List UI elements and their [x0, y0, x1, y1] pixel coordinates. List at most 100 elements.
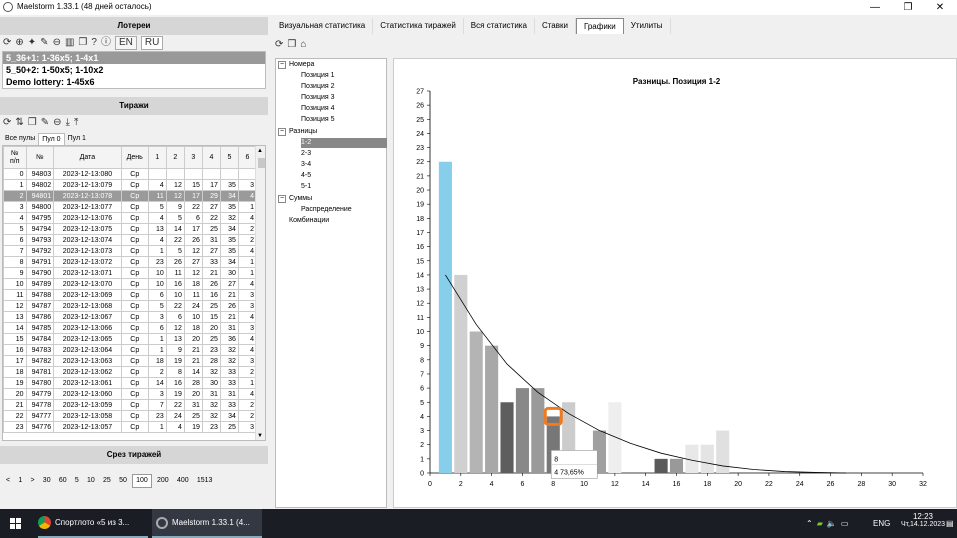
- pool-tab-0[interactable]: Пул 0: [38, 133, 65, 145]
- tree-node-numbers[interactable]: Номера: [289, 60, 314, 70]
- table-row[interactable]: 21 94778 2023-12-13:059 Ср 7 22 31 32 33 2: [3, 399, 258, 411]
- tab-utilities[interactable]: Утилиты: [624, 18, 671, 34]
- tree-node-position[interactable]: Позиция 5: [301, 115, 335, 125]
- table-row[interactable]: 11 94788 2023-12-13:069 Ср 6 10 11 16 21 3: [3, 289, 258, 301]
- pager-item[interactable]: 1: [15, 475, 25, 487]
- refresh-icon[interactable]: ⟳: [275, 39, 283, 51]
- col-header[interactable]: 1: [147, 146, 167, 169]
- remove-icon[interactable]: ⊖: [53, 37, 61, 49]
- lottery-item[interactable]: Demo lottery: 1-45x6: [3, 76, 265, 88]
- scroll-up-icon[interactable]: ▲: [257, 148, 263, 154]
- col-header[interactable]: 5: [219, 146, 239, 169]
- lottery-item[interactable]: 5_50+2: 1-50x5; 1-10x2: [3, 64, 265, 76]
- table-row[interactable]: 6 94793 2023-12-13:074 Ср 4 22 26 31 35 2: [3, 234, 258, 246]
- lang-en-button[interactable]: EN: [114, 36, 137, 50]
- table-row[interactable]: 22 94777 2023-12-13:058 Ср 23 24 25 32 34 2: [3, 410, 258, 422]
- volume-icon[interactable]: 🔈: [827, 519, 837, 528]
- table-row[interactable]: 9 94790 2023-12-13:071 Ср 10 11 12 21 30 1: [3, 267, 258, 279]
- tree-node-diffs[interactable]: Разницы: [289, 127, 317, 137]
- col-header[interactable]: №: [25, 146, 55, 169]
- table-row[interactable]: 1 94802 2023-12-13:079 Ср 4 12 15 17 35 3: [3, 179, 258, 191]
- edit-icon[interactable]: ✎: [40, 37, 48, 49]
- col-header[interactable]: Дата: [53, 146, 122, 169]
- tab-visual-stats[interactable]: Визуальная статистика: [272, 18, 374, 34]
- wand-icon[interactable]: ✦: [28, 37, 36, 49]
- copy-icon[interactable]: ❐: [287, 39, 296, 51]
- tab-draw-stats[interactable]: Статистика тиражей: [373, 18, 464, 34]
- table-row[interactable]: 5 94794 2023-12-13:075 Ср 13 14 17 25 34 2: [3, 223, 258, 235]
- pager-item[interactable]: 200: [154, 475, 172, 487]
- table-row[interactable]: 10 94789 2023-12-13:070 Ср 10 16 18 26 27 4: [3, 278, 258, 290]
- table-row[interactable]: 0 94803 2023-12-13:080 Ср: [3, 168, 258, 180]
- scroll-thumb[interactable]: [258, 158, 265, 168]
- tree-node-position[interactable]: Позиция 2: [301, 82, 335, 92]
- info-icon[interactable]: ⓘ: [101, 37, 111, 49]
- pager-item[interactable]: <: [3, 475, 13, 487]
- table-row[interactable]: 4 94795 2023-12-13:076 Ср 4 5 6 22 32 4: [3, 212, 258, 224]
- tree-node-sums[interactable]: Суммы: [289, 194, 312, 204]
- tab-all-stats[interactable]: Вся статистика: [464, 18, 535, 34]
- col-header[interactable]: 3: [183, 146, 203, 169]
- table-row[interactable]: 20 94779 2023-12-13:060 Ср 3 19 20 31 31 4: [3, 388, 258, 400]
- table-row[interactable]: 8 94791 2023-12-13:072 Ср 23 26 27 33 34 1: [3, 256, 258, 268]
- add-icon[interactable]: ⊕: [15, 37, 23, 49]
- tree-node-distribution[interactable]: Распределение: [301, 205, 352, 215]
- col-header[interactable]: 4: [201, 146, 221, 169]
- table-row[interactable]: 7 94792 2023-12-13:073 Ср 1 5 12 27 35 4: [3, 245, 258, 257]
- tree-node-diff[interactable]: 4-5: [301, 171, 311, 181]
- maximize-button[interactable]: ❐: [893, 0, 923, 15]
- copy-icon[interactable]: ❐: [28, 117, 37, 129]
- scroll-down-icon[interactable]: ▼: [257, 433, 263, 439]
- taskbar-maelstorm[interactable]: Maelstorm 1.33.1 (4...: [152, 509, 262, 538]
- pool-tab-all[interactable]: Все пулы: [2, 133, 38, 145]
- minimize-button[interactable]: —: [860, 0, 890, 15]
- remove-icon[interactable]: ⊖: [53, 117, 61, 129]
- tree-node-diff[interactable]: 5-1: [301, 182, 311, 192]
- tray-lang[interactable]: ENG: [873, 509, 890, 538]
- table-row[interactable]: 18 94781 2023-12-13:062 Ср 2 8 14 32 33 2: [3, 366, 258, 378]
- tree-node-combinations[interactable]: Комбинации: [289, 216, 329, 226]
- tree-node-diff[interactable]: 1-2: [301, 138, 387, 148]
- tree-node-position[interactable]: Позиция 4: [301, 104, 335, 114]
- tray-clock[interactable]: 12:23 Чт,14.12.2023: [900, 512, 946, 528]
- columns-icon[interactable]: ▥: [65, 37, 74, 49]
- tree-node-diff[interactable]: 2-3: [301, 149, 311, 159]
- tree-node-position[interactable]: Позиция 3: [301, 93, 335, 103]
- table-row[interactable]: 23 94776 2023-12-13:057 Ср 1 4 19 23 25 3: [3, 421, 258, 433]
- collapse-icon[interactable]: −: [278, 128, 286, 136]
- table-row[interactable]: 14 94785 2023-12-13:066 Ср 6 12 18 20 31 3: [3, 322, 258, 334]
- refresh-icon[interactable]: ⟳: [3, 117, 11, 129]
- col-header[interactable]: День: [120, 146, 149, 169]
- tree-node-position[interactable]: Позиция 1: [301, 71, 335, 81]
- pager-item[interactable]: 1513: [194, 475, 216, 487]
- tab-charts[interactable]: Графики: [575, 18, 624, 34]
- help-icon[interactable]: ?: [91, 37, 97, 49]
- tree-node-diff[interactable]: 3-4: [301, 160, 311, 170]
- lottery-item[interactable]: 5_36+1: 1-36x5; 1-4x1: [3, 52, 265, 64]
- tag-icon[interactable]: ⌂: [300, 39, 306, 51]
- pager-item[interactable]: 100: [132, 474, 152, 488]
- chevron-up-icon[interactable]: ⌃: [806, 519, 813, 528]
- col-header[interactable]: 2: [165, 146, 185, 169]
- table-row[interactable]: 17 94782 2023-12-13:063 Ср 18 19 21 28 32 3: [3, 355, 258, 367]
- network-icon[interactable]: ▭: [841, 519, 849, 528]
- pager-item[interactable]: 400: [174, 475, 192, 487]
- table-row[interactable]: 13 94786 2023-12-13:067 Ср 3 6 10 15 21 4: [3, 311, 258, 323]
- draws-scrollbar[interactable]: ▲ ▼: [255, 146, 265, 440]
- pager-item[interactable]: 60: [56, 475, 70, 487]
- lang-ru-button[interactable]: RU: [140, 36, 164, 50]
- import-icon[interactable]: ⤓: [66, 117, 70, 129]
- pager-item[interactable]: 25: [100, 475, 114, 487]
- pager-item[interactable]: 50: [116, 475, 130, 487]
- sort-icon[interactable]: ⇅: [15, 117, 23, 129]
- collapse-icon[interactable]: −: [278, 61, 286, 69]
- collapse-icon[interactable]: −: [278, 195, 286, 203]
- start-button[interactable]: [10, 509, 22, 538]
- table-row[interactable]: 19 94780 2023-12-13:061 Ср 14 16 28 30 33 1: [3, 377, 258, 389]
- close-button[interactable]: ✕: [925, 0, 955, 15]
- table-row[interactable]: 3 94800 2023-12-13:077 Ср 5 9 22 27 35 1: [3, 201, 258, 213]
- pool-tab-1[interactable]: Пул 1: [65, 133, 89, 145]
- nvidia-icon[interactable]: ▰: [817, 519, 823, 528]
- col-header[interactable]: № п/п: [3, 146, 27, 169]
- taskbar-chrome[interactable]: Спортлото «5 из 3...: [38, 509, 148, 538]
